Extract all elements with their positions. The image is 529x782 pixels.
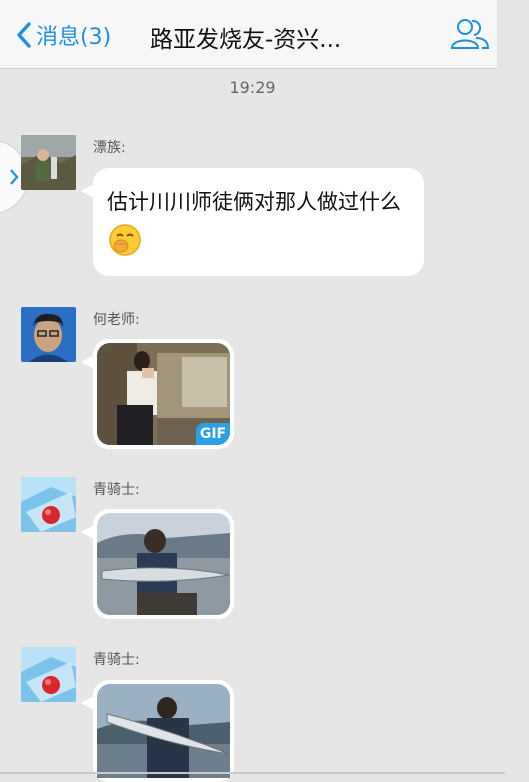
chevron-left-icon — [17, 22, 31, 48]
avatar[interactable] — [21, 135, 76, 190]
chevron-right-icon — [10, 169, 19, 185]
message-bubble[interactable]: 估计川川师徒俩对那人做过什么 — [81, 168, 424, 276]
image-message-bubble[interactable] — [81, 680, 234, 782]
grin-face-emoji-icon — [107, 222, 143, 271]
message-body: 估计川川师徒俩对那人做过什么 — [107, 190, 401, 214]
avatar[interactable] — [21, 647, 76, 702]
back-button[interactable]: 消息(3) — [16, 17, 111, 53]
message-timestamp: 19:29 — [229, 78, 276, 97]
sender-name: 青骑士: — [93, 652, 140, 668]
gif-message-bubble[interactable]: GIF — [81, 339, 234, 449]
gif-badge: GIF — [196, 423, 230, 445]
message-text: 估计川川师徒俩对那人做过什么 — [107, 182, 407, 271]
group-members-button[interactable] — [450, 16, 490, 52]
avatar[interactable] — [21, 477, 76, 532]
avatar[interactable] — [21, 307, 76, 362]
image-message-bubble[interactable] — [81, 509, 234, 619]
sender-name: 漂族: — [93, 140, 126, 156]
back-label: 消息(3) — [36, 25, 112, 50]
gif-image[interactable]: GIF — [97, 343, 230, 445]
photo-image[interactable] — [97, 513, 230, 615]
sender-name: 青骑士: — [93, 482, 140, 498]
sender-name: 何老师: — [93, 312, 140, 328]
photo-image[interactable] — [97, 684, 230, 778]
group-members-icon — [450, 19, 490, 49]
chat-title: 路亚发烧友-资兴... — [150, 27, 342, 53]
title-bar: 消息(3) 路亚发烧友-资兴... — [0, 0, 497, 69]
